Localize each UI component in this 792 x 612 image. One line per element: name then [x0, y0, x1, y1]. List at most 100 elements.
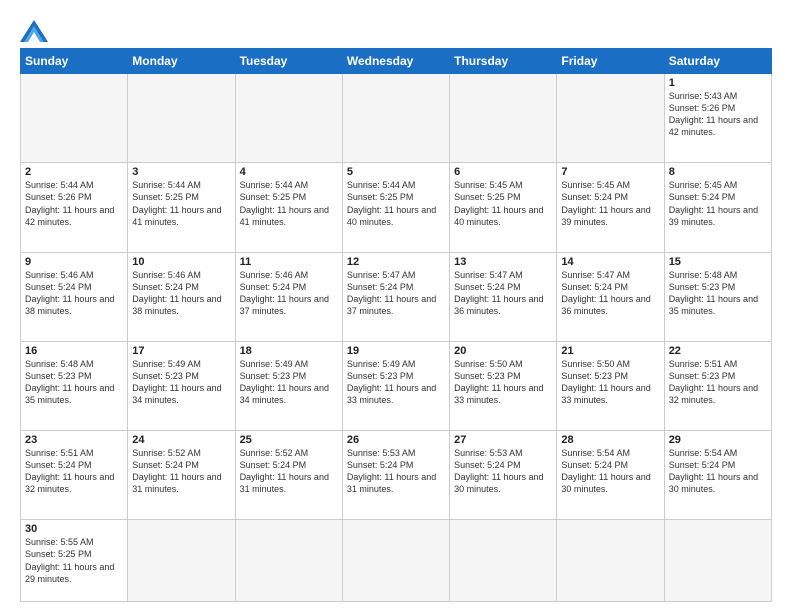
cell-info: Sunrise: 5:52 AM Sunset: 5:24 PM Dayligh…	[240, 447, 338, 496]
cell-info: Sunrise: 5:53 AM Sunset: 5:24 PM Dayligh…	[347, 447, 445, 496]
cell-info: Sunrise: 5:49 AM Sunset: 5:23 PM Dayligh…	[240, 358, 338, 407]
calendar-cell: 30Sunrise: 5:55 AM Sunset: 5:25 PM Dayli…	[21, 520, 128, 602]
day-number: 1	[669, 77, 767, 89]
cell-info: Sunrise: 5:52 AM Sunset: 5:24 PM Dayligh…	[132, 447, 230, 496]
weekday-header-row: SundayMondayTuesdayWednesdayThursdayFrid…	[21, 49, 772, 74]
cell-info: Sunrise: 5:43 AM Sunset: 5:26 PM Dayligh…	[669, 90, 767, 139]
day-number: 10	[132, 256, 230, 268]
calendar-cell: 10Sunrise: 5:46 AM Sunset: 5:24 PM Dayli…	[128, 252, 235, 341]
calendar-cell: 4Sunrise: 5:44 AM Sunset: 5:25 PM Daylig…	[235, 163, 342, 252]
day-number: 12	[347, 256, 445, 268]
calendar-cell	[342, 74, 449, 163]
weekday-header-saturday: Saturday	[664, 49, 771, 74]
cell-info: Sunrise: 5:47 AM Sunset: 5:24 PM Dayligh…	[561, 269, 659, 318]
cell-info: Sunrise: 5:54 AM Sunset: 5:24 PM Dayligh…	[561, 447, 659, 496]
calendar-cell: 28Sunrise: 5:54 AM Sunset: 5:24 PM Dayli…	[557, 431, 664, 520]
calendar-cell: 19Sunrise: 5:49 AM Sunset: 5:23 PM Dayli…	[342, 341, 449, 430]
weekday-header-monday: Monday	[128, 49, 235, 74]
calendar-week-row: 2Sunrise: 5:44 AM Sunset: 5:26 PM Daylig…	[21, 163, 772, 252]
generalblue-icon	[20, 20, 48, 42]
calendar-cell: 8Sunrise: 5:45 AM Sunset: 5:24 PM Daylig…	[664, 163, 771, 252]
calendar-cell: 21Sunrise: 5:50 AM Sunset: 5:23 PM Dayli…	[557, 341, 664, 430]
day-number: 7	[561, 166, 659, 178]
calendar-cell: 3Sunrise: 5:44 AM Sunset: 5:25 PM Daylig…	[128, 163, 235, 252]
cell-info: Sunrise: 5:48 AM Sunset: 5:23 PM Dayligh…	[669, 269, 767, 318]
cell-info: Sunrise: 5:50 AM Sunset: 5:23 PM Dayligh…	[561, 358, 659, 407]
cell-info: Sunrise: 5:46 AM Sunset: 5:24 PM Dayligh…	[132, 269, 230, 318]
day-number: 15	[669, 256, 767, 268]
cell-info: Sunrise: 5:46 AM Sunset: 5:24 PM Dayligh…	[25, 269, 123, 318]
day-number: 29	[669, 434, 767, 446]
calendar-cell: 11Sunrise: 5:46 AM Sunset: 5:24 PM Dayli…	[235, 252, 342, 341]
day-number: 4	[240, 166, 338, 178]
day-number: 11	[240, 256, 338, 268]
calendar-cell: 27Sunrise: 5:53 AM Sunset: 5:24 PM Dayli…	[450, 431, 557, 520]
day-number: 28	[561, 434, 659, 446]
cell-info: Sunrise: 5:44 AM Sunset: 5:25 PM Dayligh…	[240, 179, 338, 228]
day-number: 19	[347, 345, 445, 357]
calendar-cell	[450, 520, 557, 602]
calendar-week-row: 30Sunrise: 5:55 AM Sunset: 5:25 PM Dayli…	[21, 520, 772, 602]
day-number: 25	[240, 434, 338, 446]
calendar-cell: 5Sunrise: 5:44 AM Sunset: 5:25 PM Daylig…	[342, 163, 449, 252]
cell-info: Sunrise: 5:51 AM Sunset: 5:24 PM Dayligh…	[25, 447, 123, 496]
calendar-week-row: 9Sunrise: 5:46 AM Sunset: 5:24 PM Daylig…	[21, 252, 772, 341]
cell-info: Sunrise: 5:46 AM Sunset: 5:24 PM Dayligh…	[240, 269, 338, 318]
cell-info: Sunrise: 5:47 AM Sunset: 5:24 PM Dayligh…	[347, 269, 445, 318]
header	[20, 16, 772, 42]
calendar-cell: 25Sunrise: 5:52 AM Sunset: 5:24 PM Dayli…	[235, 431, 342, 520]
calendar-cell: 26Sunrise: 5:53 AM Sunset: 5:24 PM Dayli…	[342, 431, 449, 520]
calendar-cell: 15Sunrise: 5:48 AM Sunset: 5:23 PM Dayli…	[664, 252, 771, 341]
calendar-cell: 9Sunrise: 5:46 AM Sunset: 5:24 PM Daylig…	[21, 252, 128, 341]
cell-info: Sunrise: 5:47 AM Sunset: 5:24 PM Dayligh…	[454, 269, 552, 318]
calendar-cell: 18Sunrise: 5:49 AM Sunset: 5:23 PM Dayli…	[235, 341, 342, 430]
day-number: 23	[25, 434, 123, 446]
weekday-header-friday: Friday	[557, 49, 664, 74]
calendar-cell: 24Sunrise: 5:52 AM Sunset: 5:24 PM Dayli…	[128, 431, 235, 520]
cell-info: Sunrise: 5:44 AM Sunset: 5:25 PM Dayligh…	[132, 179, 230, 228]
calendar-cell	[664, 520, 771, 602]
day-number: 22	[669, 345, 767, 357]
cell-info: Sunrise: 5:45 AM Sunset: 5:25 PM Dayligh…	[454, 179, 552, 228]
logo	[20, 20, 52, 42]
calendar-cell: 14Sunrise: 5:47 AM Sunset: 5:24 PM Dayli…	[557, 252, 664, 341]
calendar-cell	[557, 520, 664, 602]
cell-info: Sunrise: 5:51 AM Sunset: 5:23 PM Dayligh…	[669, 358, 767, 407]
weekday-header-sunday: Sunday	[21, 49, 128, 74]
day-number: 21	[561, 345, 659, 357]
day-number: 24	[132, 434, 230, 446]
day-number: 20	[454, 345, 552, 357]
cell-info: Sunrise: 5:54 AM Sunset: 5:24 PM Dayligh…	[669, 447, 767, 496]
calendar-cell	[21, 74, 128, 163]
calendar-cell: 12Sunrise: 5:47 AM Sunset: 5:24 PM Dayli…	[342, 252, 449, 341]
day-number: 27	[454, 434, 552, 446]
calendar-cell: 17Sunrise: 5:49 AM Sunset: 5:23 PM Dayli…	[128, 341, 235, 430]
cell-info: Sunrise: 5:44 AM Sunset: 5:26 PM Dayligh…	[25, 179, 123, 228]
calendar-table: SundayMondayTuesdayWednesdayThursdayFrid…	[20, 48, 772, 602]
day-number: 3	[132, 166, 230, 178]
calendar-cell: 29Sunrise: 5:54 AM Sunset: 5:24 PM Dayli…	[664, 431, 771, 520]
calendar-cell: 13Sunrise: 5:47 AM Sunset: 5:24 PM Dayli…	[450, 252, 557, 341]
day-number: 5	[347, 166, 445, 178]
day-number: 30	[25, 523, 123, 535]
cell-info: Sunrise: 5:55 AM Sunset: 5:25 PM Dayligh…	[25, 536, 123, 585]
cell-info: Sunrise: 5:44 AM Sunset: 5:25 PM Dayligh…	[347, 179, 445, 228]
calendar-cell: 22Sunrise: 5:51 AM Sunset: 5:23 PM Dayli…	[664, 341, 771, 430]
calendar-cell	[235, 74, 342, 163]
day-number: 2	[25, 166, 123, 178]
calendar-cell: 1Sunrise: 5:43 AM Sunset: 5:26 PM Daylig…	[664, 74, 771, 163]
calendar-week-row: 23Sunrise: 5:51 AM Sunset: 5:24 PM Dayli…	[21, 431, 772, 520]
calendar-cell	[557, 74, 664, 163]
day-number: 16	[25, 345, 123, 357]
calendar-cell	[342, 520, 449, 602]
calendar-cell: 16Sunrise: 5:48 AM Sunset: 5:23 PM Dayli…	[21, 341, 128, 430]
day-number: 18	[240, 345, 338, 357]
calendar-week-row: 16Sunrise: 5:48 AM Sunset: 5:23 PM Dayli…	[21, 341, 772, 430]
day-number: 8	[669, 166, 767, 178]
weekday-header-thursday: Thursday	[450, 49, 557, 74]
day-number: 17	[132, 345, 230, 357]
calendar-cell: 6Sunrise: 5:45 AM Sunset: 5:25 PM Daylig…	[450, 163, 557, 252]
calendar-cell: 7Sunrise: 5:45 AM Sunset: 5:24 PM Daylig…	[557, 163, 664, 252]
cell-info: Sunrise: 5:49 AM Sunset: 5:23 PM Dayligh…	[132, 358, 230, 407]
cell-info: Sunrise: 5:45 AM Sunset: 5:24 PM Dayligh…	[561, 179, 659, 228]
